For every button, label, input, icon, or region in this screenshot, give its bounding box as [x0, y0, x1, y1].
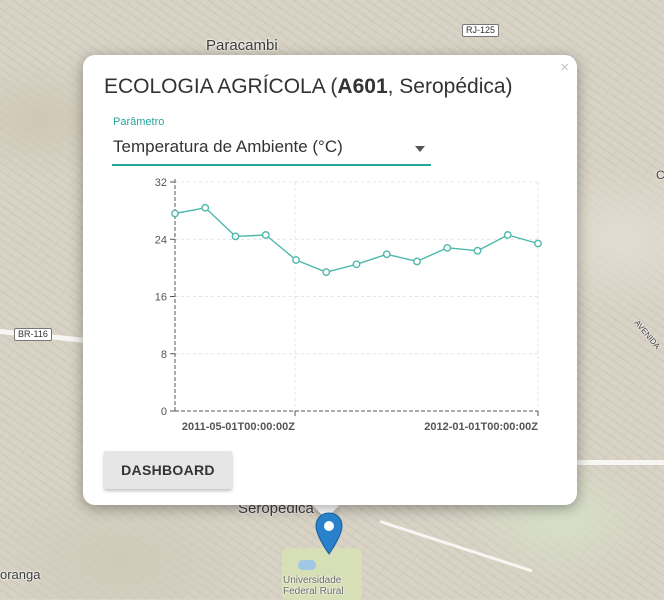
town-label-left: oranga [0, 567, 41, 582]
avenue-label: AVENIDA [632, 318, 662, 351]
temperature-chart: 0 8 16 24 32 2011-05-01T00:00:00Z 2012-01-01T0… [155, 177, 542, 433]
data-point [171, 209, 179, 218]
data-point [382, 250, 391, 259]
campus-label-line2: Federal Rural [283, 586, 344, 597]
data-point [292, 256, 300, 264]
y-tick-label: 0 [161, 406, 167, 418]
town-label-paracambi: Paracambi [206, 37, 278, 54]
parameter-select[interactable]: Temperatura de Ambiente (°C) [112, 132, 431, 166]
title-prefix: ECOLOGIA AGRÍCOLA ( [104, 75, 338, 98]
station-code: A601 [337, 75, 388, 98]
data-point [534, 239, 542, 248]
data-point [473, 246, 482, 255]
x-tick-label: 2012-01-01T00:00:00Z [424, 421, 538, 433]
parameter-value: Temperatura de Ambiente (°C) [113, 137, 343, 156]
data-point [503, 231, 512, 239]
dashboard-button[interactable]: DASHBOARD [104, 451, 232, 489]
data-point [322, 268, 331, 277]
y-tick-label: 8 [161, 349, 167, 361]
campus-pond [298, 560, 316, 570]
route-shield-br116: BR-116 [14, 328, 52, 341]
edge-label: C [656, 168, 664, 182]
popup-title: ECOLOGIA AGRÍCOLA (A601, Seropédica) [104, 75, 513, 99]
title-suffix: , Seropédica) [387, 75, 513, 98]
map-marker-icon[interactable] [315, 512, 343, 556]
data-point [261, 231, 270, 239]
y-tick-label: 32 [155, 177, 167, 189]
campus-label-line1: Universidade [283, 575, 342, 586]
x-tick-label: 2011-05-01T00:00:00Z [182, 421, 295, 433]
station-popup: × ECOLOGIA AGRÍCOLA (A601, Seropédica) P… [83, 55, 577, 505]
route-shield-rj125: RJ-125 [462, 24, 500, 37]
parameter-label: Parâmetro [113, 116, 165, 128]
data-point [201, 203, 210, 212]
chevron-down-icon[interactable] [415, 146, 425, 152]
data-point [413, 257, 421, 266]
close-icon[interactable]: × [560, 59, 569, 76]
y-tick-label: 24 [155, 234, 167, 246]
data-point [231, 232, 240, 241]
y-tick-label: 16 [155, 292, 167, 304]
data-point [443, 243, 452, 252]
road-south [379, 520, 533, 573]
data-point [352, 260, 361, 269]
